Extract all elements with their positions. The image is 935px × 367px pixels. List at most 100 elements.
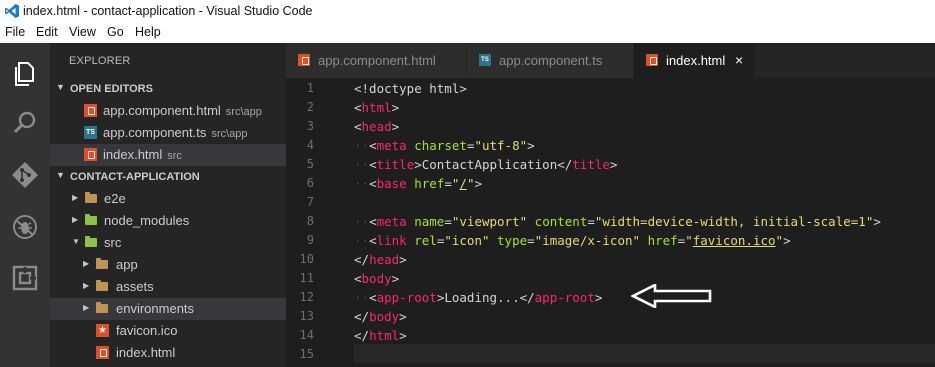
code-token: " [685,233,693,248]
explorer-icon[interactable] [9,57,41,89]
code-token: "width=device-width, initial-scale=1" [594,214,874,229]
node-folder-icon [85,214,97,225]
code-line: ··<link rel="icon" type="image/x-icon" h… [354,231,791,250]
tree-item-app[interactable]: ▶ app [50,254,286,276]
code-line: <head> [354,117,399,136]
tree-item-favicon[interactable]: ★ favicon.ico [50,320,286,342]
code-area[interactable]: <!doctype html> <html> <head> ··<meta chars… [354,78,934,367]
code-token: > [474,176,482,191]
code-token: body [369,309,400,324]
open-editor-item-active[interactable]: index.html src [50,144,286,166]
tree-item-assets[interactable]: ▶ assets [50,276,286,298]
code-token: "utf-8" [474,138,528,153]
menu-go[interactable]: Go [107,25,124,39]
code-token: title [376,157,415,172]
code-line: ··<title>ContactApplication</title> [354,155,617,174]
code-token: ·· [354,157,370,172]
folder-icon [85,192,97,203]
explorer-sidebar: EXPLORER ▼ OPEN EDITORS app.component.ht… [50,43,286,367]
html-file-icon [298,54,310,66]
code-token: = [587,214,595,229]
tree-item-node-modules[interactable]: ▶ node_modules [50,210,286,232]
debug-icon[interactable] [9,211,41,243]
code-token: content [534,214,588,229]
chevron-down-icon: ▼ [72,237,80,246]
open-editor-label: app.component.ts [103,125,207,140]
code-token: < [369,214,377,229]
code-token: = [444,176,452,191]
typescript-file-icon: TS [84,126,97,139]
close-icon[interactable]: × [735,52,743,68]
menu-edit[interactable]: Edit [36,25,58,39]
code-token: app-root [534,290,595,305]
code-editor[interactable]: 1 2 3 4 5 6 7 8 9 10 11 12 13 14 15 <!doctype html> <ht… [286,78,935,367]
code-token: " [775,233,784,248]
menu-view[interactable]: View [69,25,96,39]
code-token: body [361,271,392,286]
html-file-icon [96,346,109,359]
html-file-icon [84,148,97,161]
code-token: head [361,119,392,134]
line-number: 7 [306,195,314,209]
line-number: 5 [306,157,314,171]
open-editor-path: src\app [211,128,248,140]
code-token: ·· [354,176,370,191]
code-token: ·· [354,233,370,248]
typescript-file-icon: TS [479,54,491,66]
chevron-right-icon: ▶ [72,215,79,224]
tab-app-component-ts[interactable]: TS app.component.ts [467,43,634,78]
search-icon[interactable] [9,107,41,139]
tab-app-component-html[interactable]: app.component.html [286,43,467,78]
annotation-arrow-icon [631,284,712,308]
tab-index-html[interactable]: index.html × [634,43,756,78]
open-editors-header[interactable]: ▼ OPEN EDITORS [50,78,286,100]
code-token: title [572,157,610,172]
code-line: ··<meta charset="utf-8"> [354,136,535,155]
code-token: rel [414,233,437,248]
code-token: < [354,271,362,286]
line-number: 10 [299,252,314,266]
chevron-right-icon: ▶ [83,281,90,290]
extensions-icon[interactable] [9,262,41,294]
code-token: > [594,290,603,305]
code-token: > [391,271,400,286]
code-token: >Loading...</ [436,290,535,305]
open-editor-item[interactable]: app.component.html src\app [50,100,286,122]
code-token: html [369,328,400,343]
open-editor-item[interactable]: TS app.component.ts src\app [50,122,286,144]
project-header[interactable]: ▼ CONTACT-APPLICATION [50,166,286,188]
code-token: html [361,100,392,115]
code-token: ·· [354,290,370,305]
source-control-icon[interactable] [9,159,41,191]
line-number: 3 [306,119,314,133]
code-token: < [369,290,377,305]
menu-bar: File Edit View Go Help [0,22,935,43]
tree-item-e2e[interactable]: ▶ e2e [50,188,286,210]
tree-item-index-html[interactable]: index.html [50,342,286,364]
code-token: favicon.ico [692,233,776,248]
code-line: ··<base href="/"> [354,174,482,193]
menu-file[interactable]: File [5,25,25,39]
code-token: / [459,176,467,191]
line-number: 11 [299,271,314,285]
code-token: > [783,233,791,248]
code-token: < [369,157,377,172]
activity-bar [0,43,50,367]
code-token: < [369,176,377,191]
code-token: > [527,138,535,153]
code-token: ·· [354,138,370,153]
sidebar-title: EXPLORER [69,55,131,67]
chevron-down-icon: ▼ [56,170,65,180]
code-token: href [647,233,678,248]
code-line: <!doctype html> [354,79,467,98]
tree-item-environments[interactable]: ▶ environments [50,298,286,320]
code-token: > [399,252,407,267]
menu-help[interactable]: Help [135,25,161,39]
code-line: </html> [354,326,407,345]
tree-item-src[interactable]: ▼ src [50,232,286,254]
vscode-logo-icon [5,4,19,18]
html-file-icon [646,54,658,66]
code-token: "icon" [444,233,490,248]
